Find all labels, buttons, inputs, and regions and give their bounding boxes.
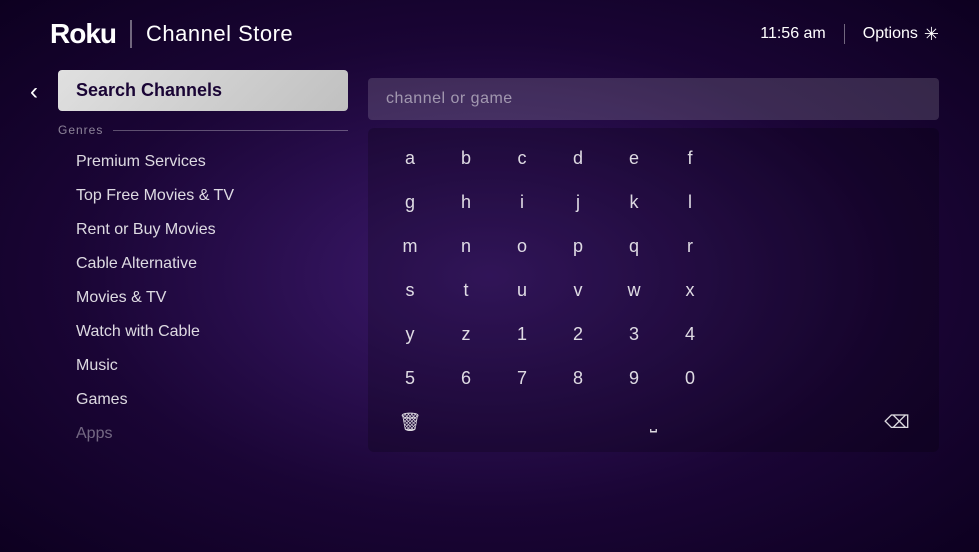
- options-button[interactable]: Options ✳: [863, 24, 939, 45]
- key-n[interactable]: n: [440, 226, 492, 266]
- sidebar: Search Channels Genres Premium Services …: [58, 70, 348, 532]
- key-q[interactable]: q: [608, 226, 660, 266]
- header-right: 11:56 am Options ✳: [760, 24, 939, 45]
- key-l[interactable]: l: [664, 182, 716, 222]
- backspace-icon: ⌫: [884, 412, 909, 433]
- key-f[interactable]: f: [664, 138, 716, 178]
- key-m[interactable]: m: [384, 226, 436, 266]
- key-j[interactable]: j: [552, 182, 604, 222]
- key-8[interactable]: 8: [552, 358, 604, 398]
- key-row-2: g h i j k l: [384, 182, 923, 222]
- main-content: ‹ Search Channels Genres Premium Service…: [0, 60, 979, 542]
- genre-item-music[interactable]: Music: [58, 349, 348, 383]
- key-k[interactable]: k: [608, 182, 660, 222]
- key-g[interactable]: g: [384, 182, 436, 222]
- key-p[interactable]: p: [552, 226, 604, 266]
- header-right-divider: [844, 24, 845, 44]
- key-d[interactable]: d: [552, 138, 604, 178]
- key-z[interactable]: z: [440, 314, 492, 354]
- key-row-4: s t u v w x: [384, 270, 923, 310]
- key-c[interactable]: c: [496, 138, 548, 178]
- key-6[interactable]: 6: [440, 358, 492, 398]
- roku-logo: Roku: [50, 18, 116, 50]
- space-icon: ⎵: [650, 412, 657, 433]
- options-icon: ✳: [924, 24, 939, 45]
- key-r[interactable]: r: [664, 226, 716, 266]
- genre-item-cable-alternative[interactable]: Cable Alternative: [58, 247, 348, 281]
- key-b[interactable]: b: [440, 138, 492, 178]
- header-left: Roku Channel Store: [50, 18, 293, 50]
- delete-key[interactable]: 🗑: [384, 402, 436, 442]
- options-label: Options: [863, 25, 918, 43]
- key-x[interactable]: x: [664, 270, 716, 310]
- keyboard-panel: channel or game a b c d e f g h i j k l: [368, 70, 939, 532]
- genre-item-rent-buy[interactable]: Rent or Buy Movies: [58, 213, 348, 247]
- search-channels-item[interactable]: Search Channels: [58, 70, 348, 111]
- search-input[interactable]: channel or game: [368, 78, 939, 120]
- back-button[interactable]: ‹: [30, 70, 38, 532]
- key-o[interactable]: o: [496, 226, 548, 266]
- header-divider: [130, 20, 132, 48]
- key-0[interactable]: 0: [664, 358, 716, 398]
- space-key[interactable]: ⎵: [440, 402, 867, 442]
- genres-label: Genres: [58, 123, 348, 137]
- key-9[interactable]: 9: [608, 358, 660, 398]
- key-2[interactable]: 2: [552, 314, 604, 354]
- genre-item-games[interactable]: Games: [58, 383, 348, 417]
- time-display: 11:56 am: [760, 25, 826, 43]
- key-7[interactable]: 7: [496, 358, 548, 398]
- key-4[interactable]: 4: [664, 314, 716, 354]
- key-s[interactable]: s: [384, 270, 436, 310]
- keyboard-grid: a b c d e f g h i j k l m n o p: [368, 128, 939, 452]
- key-row-1: a b c d e f: [384, 138, 923, 178]
- delete-icon: 🗑: [399, 412, 422, 433]
- key-w[interactable]: w: [608, 270, 660, 310]
- key-v[interactable]: v: [552, 270, 604, 310]
- genre-item-movies-tv[interactable]: Movies & TV: [58, 281, 348, 315]
- genre-item-premium-services[interactable]: Premium Services: [58, 145, 348, 179]
- key-h[interactable]: h: [440, 182, 492, 222]
- key-row-5: y z 1 2 3 4: [384, 314, 923, 354]
- key-t[interactable]: t: [440, 270, 492, 310]
- header: Roku Channel Store 11:56 am Options ✳: [0, 0, 979, 60]
- key-3[interactable]: 3: [608, 314, 660, 354]
- genre-item-top-free[interactable]: Top Free Movies & TV: [58, 179, 348, 213]
- key-y[interactable]: y: [384, 314, 436, 354]
- backspace-key[interactable]: ⌫: [871, 402, 923, 442]
- key-1[interactable]: 1: [496, 314, 548, 354]
- key-i[interactable]: i: [496, 182, 548, 222]
- genre-item-watch-cable[interactable]: Watch with Cable: [58, 315, 348, 349]
- key-u[interactable]: u: [496, 270, 548, 310]
- key-row-special: 🗑 ⎵ ⌫: [384, 402, 923, 442]
- back-arrow-icon: ‹: [30, 78, 38, 106]
- genre-item-apps[interactable]: Apps: [58, 417, 348, 451]
- key-a[interactable]: a: [384, 138, 436, 178]
- channel-store-title: Channel Store: [146, 21, 293, 47]
- key-5[interactable]: 5: [384, 358, 436, 398]
- key-row-6: 5 6 7 8 9 0: [384, 358, 923, 398]
- key-row-3: m n o p q r: [384, 226, 923, 266]
- key-e[interactable]: e: [608, 138, 660, 178]
